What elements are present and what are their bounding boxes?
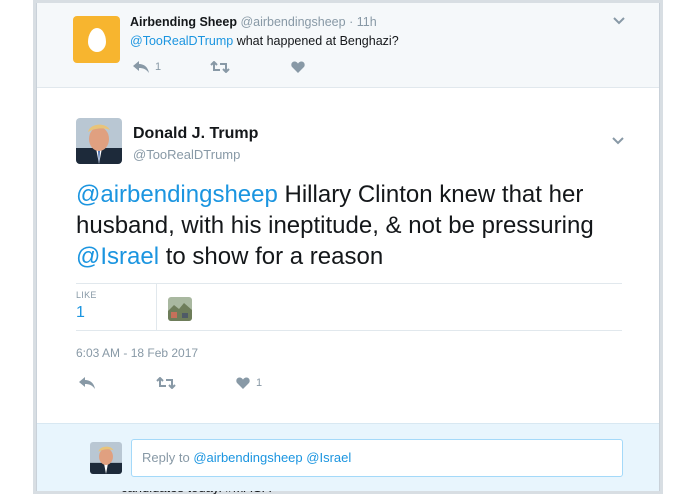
profile-photo-icon: [90, 442, 122, 474]
tweet-author-handle[interactable]: @TooRealDTrump: [133, 147, 240, 162]
tweet-author-name[interactable]: Donald J. Trump: [133, 125, 258, 143]
retweet-action[interactable]: [210, 61, 230, 73]
ancestor-tweet-text: @TooRealDTrump what happened at Benghazi…: [130, 34, 399, 48]
mention-link-israel[interactable]: @Israel: [76, 243, 159, 270]
chevron-down-icon[interactable]: [612, 16, 626, 26]
egg-avatar-icon: [87, 27, 106, 52]
like-action[interactable]: [291, 61, 305, 73]
profile-photo-icon: [76, 118, 122, 164]
tweet-text: @airbendingsheep Hillary Clinton knew th…: [76, 179, 636, 272]
like-stat-count[interactable]: 1: [76, 304, 97, 322]
retweet-action[interactable]: [156, 377, 176, 389]
avatar[interactable]: [73, 16, 120, 63]
reply-action[interactable]: [79, 377, 95, 389]
divider: [76, 283, 622, 284]
reply-icon: [79, 377, 95, 389]
like-stats[interactable]: LIKE 1: [76, 290, 97, 322]
retweet-icon: [156, 377, 176, 389]
reply-count: 1: [155, 61, 162, 73]
avatar[interactable]: [76, 118, 122, 164]
ancestor-tweet[interactable]: Airbending Sheep @airbendingsheep · 11h …: [37, 3, 659, 88]
ancestor-time[interactable]: 11h: [357, 15, 377, 29]
like-stat-label: LIKE: [76, 290, 97, 300]
liker-photo-icon: [168, 297, 192, 321]
liker-avatar[interactable]: [168, 297, 192, 321]
chevron-down-icon[interactable]: [611, 136, 625, 146]
reply-placeholder-prefix: Reply to: [142, 450, 194, 465]
heart-icon: [291, 61, 305, 73]
divider: [76, 330, 622, 331]
reply-icon: [133, 61, 149, 73]
like-count: 1: [256, 377, 263, 389]
tweet-permalink-modal: Airbending Sheep @airbendingsheep · 11h …: [36, 3, 660, 491]
mention-link-airbendingsheep[interactable]: @airbendingsheep: [76, 181, 278, 208]
avatar: [90, 442, 122, 474]
ancestor-handle[interactable]: @airbendingsheep: [240, 15, 345, 29]
ancestor-text-body: what happened at Benghazi?: [233, 34, 399, 48]
reply-action[interactable]: 1: [133, 61, 161, 73]
ancestor-separator: ·: [349, 15, 354, 29]
tweet-text-body-2: to show for a reason: [159, 243, 384, 270]
tweet-timestamp[interactable]: 6:03 AM - 18 Feb 2017: [76, 346, 198, 360]
ancestor-mention-link[interactable]: @TooRealDTrump: [130, 34, 233, 48]
reply-composer: Reply to @airbendingsheep @Israel: [37, 423, 659, 491]
reply-placeholder-mentions: @airbendingsheep @Israel: [193, 450, 352, 465]
like-action[interactable]: 1: [236, 377, 262, 389]
heart-icon: [236, 377, 250, 389]
retweet-icon: [210, 61, 230, 73]
ancestor-header: Airbending Sheep @airbendingsheep · 11h: [130, 15, 377, 29]
ancestor-name[interactable]: Airbending Sheep: [130, 15, 237, 29]
stats-separator: [156, 283, 157, 330]
reply-input[interactable]: Reply to @airbendingsheep @Israel: [131, 439, 623, 477]
